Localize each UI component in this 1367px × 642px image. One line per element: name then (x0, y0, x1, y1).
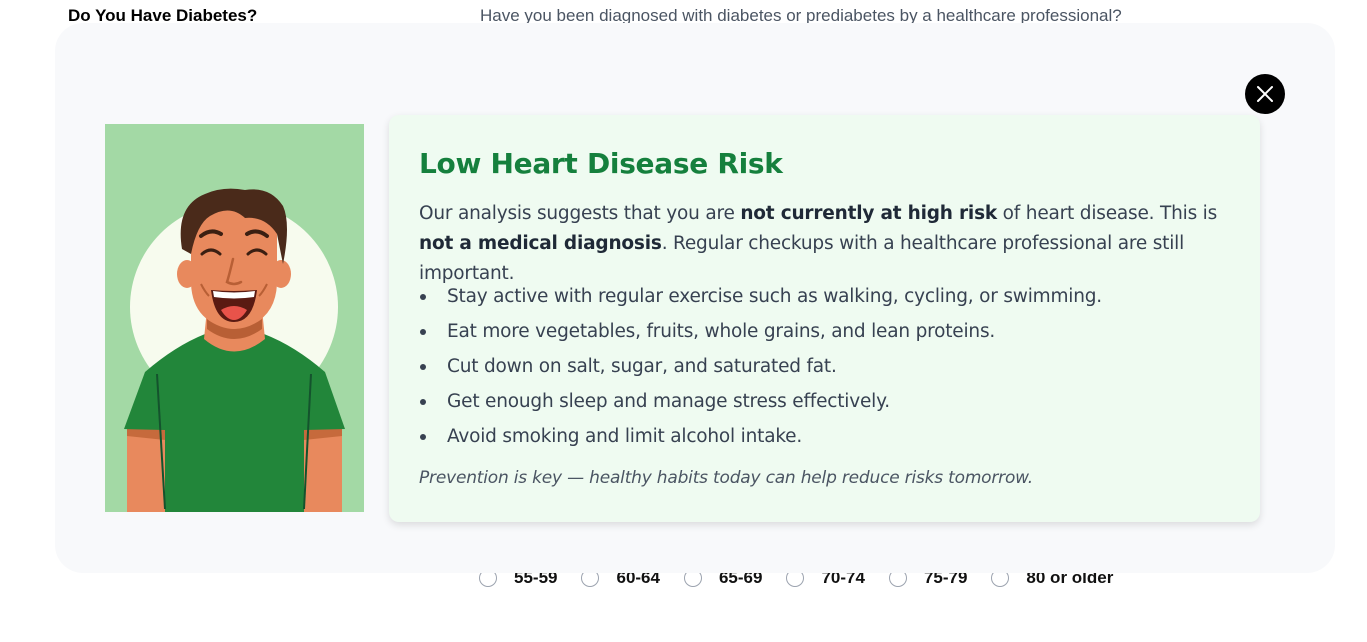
close-button[interactable] (1245, 74, 1285, 114)
prevention-note: Prevention is key — healthy habits today… (419, 468, 1033, 488)
smiling-man-illustration (105, 124, 364, 512)
tip-item: Cut down on salt, sugar, and saturated f… (419, 349, 1102, 384)
result-intro: Our analysis suggests that you are not c… (419, 199, 1239, 289)
intro-text: Our analysis suggests that you are (419, 203, 741, 224)
tips-list: Stay active with regular exercise such a… (419, 279, 1102, 454)
tip-item: Eat more vegetables, fruits, whole grain… (419, 314, 1102, 349)
intro-text: of heart disease. This is (997, 203, 1218, 224)
close-icon (1257, 86, 1273, 102)
intro-emphasis: not currently at high risk (740, 203, 997, 224)
tip-item: Get enough sleep and manage stress effec… (419, 384, 1102, 419)
tip-item: Stay active with regular exercise such a… (419, 279, 1102, 314)
result-card: Low Heart Disease Risk Our analysis sugg… (389, 115, 1260, 522)
result-title: Low Heart Disease Risk (419, 147, 783, 180)
tip-item: Avoid smoking and limit alcohol intake. (419, 419, 1102, 454)
result-modal: Low Heart Disease Risk Our analysis sugg… (55, 23, 1335, 573)
intro-emphasis: not a medical diagnosis (419, 233, 662, 254)
